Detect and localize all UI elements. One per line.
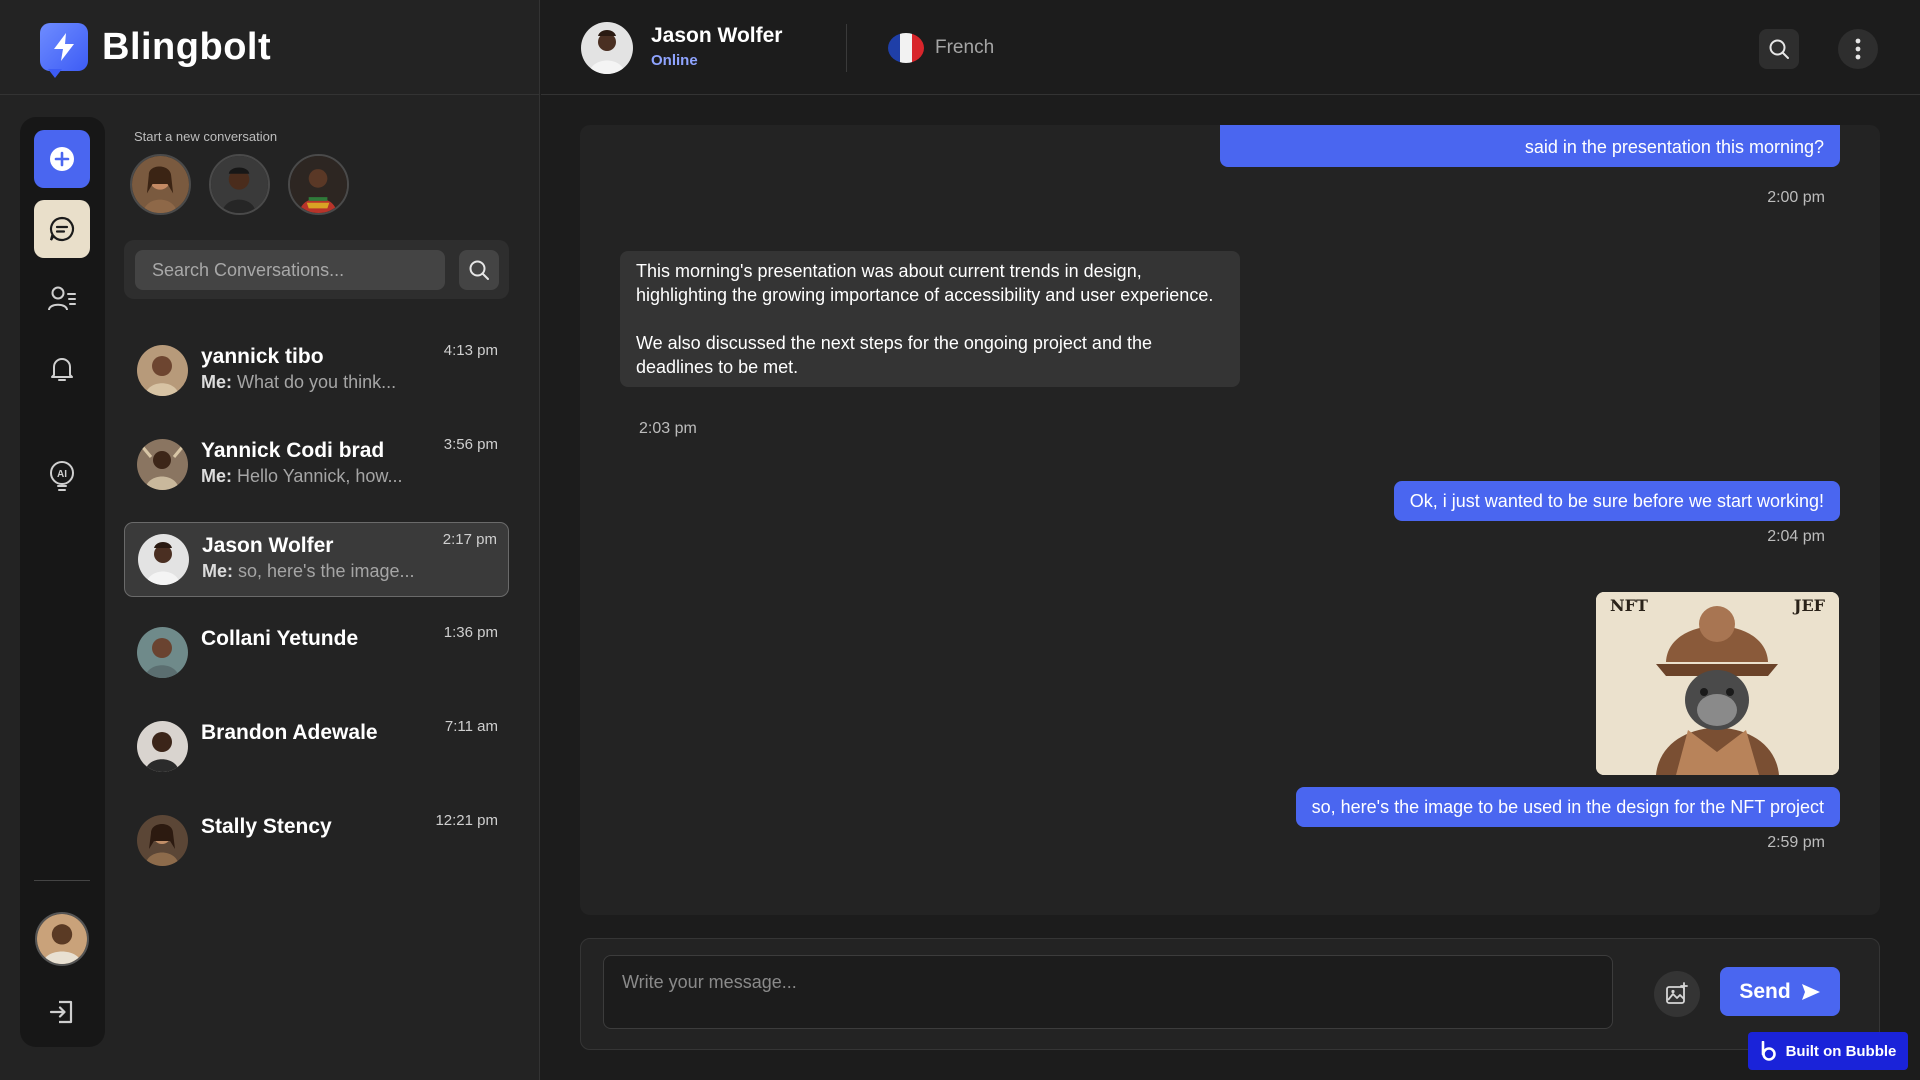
conversation-name: yannick tibo xyxy=(201,345,324,368)
chats-nav-button[interactable] xyxy=(34,200,90,258)
plus-circle-icon xyxy=(50,147,74,171)
search-icon xyxy=(469,260,489,280)
conversation-name: Stally Stency xyxy=(201,815,332,838)
quick-contact-avatar[interactable] xyxy=(288,154,349,215)
message-time: 2:04 pm xyxy=(1767,528,1825,545)
ai-nav-button[interactable]: AI xyxy=(34,447,90,505)
attach-image-button[interactable] xyxy=(1654,971,1700,1017)
translation-language[interactable]: French xyxy=(935,37,994,59)
svg-text:AI: AI xyxy=(57,469,67,480)
search-icon xyxy=(1769,39,1789,59)
conversation-name: Brandon Adewale xyxy=(201,721,378,744)
me-prefix: Me: xyxy=(202,561,233,581)
message-time: 2:03 pm xyxy=(639,420,697,437)
logout-icon xyxy=(49,1000,73,1024)
contact-name: Jason Wolfer xyxy=(651,24,783,47)
badge-label: Built on Bubble xyxy=(1785,1042,1897,1060)
quick-contact-avatars xyxy=(130,154,349,215)
bubble-logo-icon xyxy=(1761,1041,1776,1061)
vertical-dots-icon xyxy=(1855,38,1861,60)
conversation-name: Jason Wolfer xyxy=(202,534,334,557)
brand-header: Blingbolt xyxy=(0,0,540,95)
brand-name: Blingbolt xyxy=(102,25,272,68)
message-thread[interactable]: said in the presentation this morning? 2… xyxy=(580,125,1880,915)
nft-tag-left: NFT xyxy=(1610,596,1648,615)
quick-contact-avatar[interactable] xyxy=(209,154,270,215)
conversation-time: 3:56 pm xyxy=(443,436,498,453)
contact-avatar[interactable] xyxy=(581,22,633,74)
conversation-preview: Me: so, here's the image... xyxy=(202,561,415,582)
preview-text: Hello Yannick, how... xyxy=(237,466,403,486)
new-conversation-button[interactable] xyxy=(34,130,90,188)
ai-bulb-icon: AI xyxy=(50,461,74,491)
message-time: 2:59 pm xyxy=(1767,834,1825,851)
french-flag-icon[interactable] xyxy=(888,33,924,63)
incoming-message: This morning's presentation was about cu… xyxy=(620,251,1240,387)
avatar xyxy=(137,627,188,678)
conversation-preview: Me: What do you think... xyxy=(201,372,396,393)
add-image-icon xyxy=(1666,982,1688,1004)
shared-nft-image[interactable]: NFT JEF xyxy=(1596,592,1839,775)
preview-text: What do you think... xyxy=(237,372,397,392)
rail-divider xyxy=(34,880,90,881)
outgoing-message: Ok, i just wanted to be sure before we s… xyxy=(1393,481,1840,521)
header-divider xyxy=(846,24,847,72)
nft-tag-right: JEF xyxy=(1793,596,1825,615)
avatar xyxy=(137,815,188,866)
new-conversation-label: Start a new conversation xyxy=(134,129,278,144)
search-messages-button[interactable] xyxy=(1759,29,1799,69)
lightning-logo-icon xyxy=(40,23,88,78)
contact-status: Online xyxy=(651,52,698,69)
conversation-item[interactable]: yannick tibo Me: What do you think... 4:… xyxy=(124,334,509,409)
outgoing-message: so, here's the image to be used in the d… xyxy=(1295,787,1840,827)
logout-button[interactable] xyxy=(34,983,90,1041)
user-profile-avatar[interactable] xyxy=(35,912,89,966)
conversation-search-bar xyxy=(124,240,509,299)
search-conversations-button[interactable] xyxy=(459,250,499,290)
avatar xyxy=(137,345,188,396)
message-text: so, here's the image to be used in the d… xyxy=(1311,797,1824,817)
built-on-bubble-badge[interactable]: Built on Bubble xyxy=(1748,1032,1908,1070)
message-text: said in the presentation this morning? xyxy=(1524,137,1824,157)
avatar xyxy=(137,721,188,772)
contacts-nav-button[interactable] xyxy=(34,270,90,328)
send-arrow-icon xyxy=(1801,983,1820,1000)
contacts-icon xyxy=(48,286,76,311)
outgoing-message: said in the presentation this morning? xyxy=(1220,125,1840,167)
notifications-nav-button[interactable] xyxy=(34,340,90,398)
conversation-item[interactable]: Collani Yetunde 1:36 pm xyxy=(124,616,509,691)
chat-header: Jason Wolfer Online French xyxy=(541,0,1920,95)
send-label: Send xyxy=(1739,979,1791,1003)
conversation-item-active[interactable]: Jason Wolfer Me: so, here's the image...… xyxy=(124,522,509,597)
chat-bubble-icon xyxy=(49,216,75,242)
quick-contact-avatar[interactable] xyxy=(130,154,191,215)
me-prefix: Me: xyxy=(201,466,232,486)
message-time: 2:00 pm xyxy=(1767,189,1825,206)
bell-icon xyxy=(51,358,73,381)
icon-rail: AI xyxy=(20,117,105,1047)
conversation-preview: Me: Hello Yannick, how... xyxy=(201,466,402,487)
conversation-name: Yannick Codi brad xyxy=(201,439,385,462)
conversation-name: Collani Yetunde xyxy=(201,627,359,650)
send-button[interactable]: Send xyxy=(1720,967,1840,1016)
conversation-time: 7:11 am xyxy=(444,718,498,735)
message-text: This morning's presentation was about cu… xyxy=(636,261,1214,377)
conversation-time: 4:13 pm xyxy=(443,342,498,359)
conversation-item[interactable]: Yannick Codi brad Me: Hello Yannick, how… xyxy=(124,428,509,503)
preview-text: so, here's the image... xyxy=(238,561,415,581)
conversation-item[interactable]: Brandon Adewale 7:11 am xyxy=(124,710,509,785)
avatar xyxy=(138,534,189,585)
message-input[interactable] xyxy=(603,955,1613,1029)
avatar xyxy=(137,439,188,490)
message-composer: Send xyxy=(580,938,1880,1050)
me-prefix: Me: xyxy=(201,372,232,392)
conversation-time: 1:36 pm xyxy=(443,624,498,641)
conversation-time: 2:17 pm xyxy=(442,531,497,548)
more-options-button[interactable] xyxy=(1838,29,1878,69)
left-panel: Blingbolt AI Start a new conversation Se… xyxy=(0,0,540,1080)
message-text: Ok, i just wanted to be sure before we s… xyxy=(1409,491,1824,511)
conversation-item[interactable]: Stally Stency 12:21 pm xyxy=(124,804,509,879)
conversation-time: 12:21 pm xyxy=(435,812,498,829)
search-conversations-input[interactable] xyxy=(135,250,445,290)
